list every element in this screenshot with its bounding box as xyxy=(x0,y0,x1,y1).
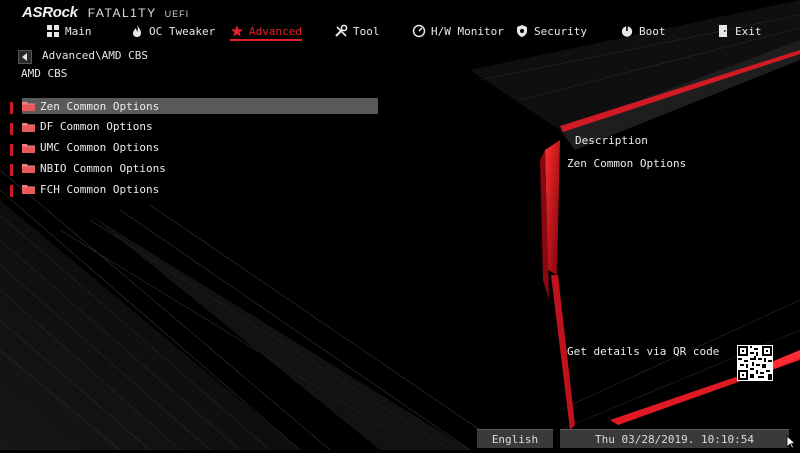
power-icon xyxy=(621,25,633,37)
breadcrumb: Advanced\AMD CBS xyxy=(42,49,148,62)
exit-door-icon xyxy=(719,25,727,37)
tab-advanced[interactable]: Advanced xyxy=(230,20,302,42)
mouse-cursor-icon xyxy=(786,434,797,453)
back-arrow-icon xyxy=(22,53,27,61)
flame-icon xyxy=(133,25,141,37)
language-button[interactable]: English xyxy=(477,429,553,448)
folder-icon xyxy=(22,102,35,111)
menu-item-df-common-options[interactable]: DF Common Options xyxy=(8,118,378,139)
qr-code-icon xyxy=(738,346,772,380)
tab-main[interactable]: Main xyxy=(46,20,92,42)
tab-oc-tweaker-label: OC Tweaker xyxy=(149,24,216,38)
menu-item-fch-common-options[interactable]: FCH Common Options xyxy=(8,180,378,201)
brand-line: FATAL1TY xyxy=(87,6,157,20)
brand-logo: ASRock FATAL1TY UEFI xyxy=(22,4,190,21)
tab-security[interactable]: Security xyxy=(515,20,587,42)
options-list: Zen Common Options DF Common Options UMC… xyxy=(8,97,378,201)
brand-suffix: UEFI xyxy=(164,9,190,19)
menu-item-umc-common-options[interactable]: UMC Common Options xyxy=(8,139,378,160)
menu-item-nbio-common-options[interactable]: NBIO Common Options xyxy=(8,159,378,180)
tab-hw-monitor-label: H/W Monitor xyxy=(431,24,504,38)
tab-hw-monitor[interactable]: H/W Monitor xyxy=(412,20,504,42)
qr-caption: Get details via QR code xyxy=(567,345,720,358)
tab-exit[interactable]: Exit xyxy=(716,20,762,42)
tab-oc-tweaker[interactable]: OC Tweaker xyxy=(130,20,215,42)
active-tab-underline xyxy=(230,39,302,41)
tab-exit-label: Exit xyxy=(735,24,762,38)
page-title: AMD CBS xyxy=(21,67,68,80)
item-marker xyxy=(10,102,13,114)
folder-icon xyxy=(22,122,35,132)
background-art xyxy=(0,0,800,450)
qr-code xyxy=(737,345,773,381)
star-icon xyxy=(231,25,243,37)
tab-tool-label: Tool xyxy=(353,24,380,38)
menu-item-zen-common-options[interactable]: Zen Common Options xyxy=(8,97,378,118)
tools-icon xyxy=(335,24,348,37)
tab-advanced-label: Advanced xyxy=(249,24,302,38)
gauge-icon xyxy=(412,24,426,38)
item-marker xyxy=(10,164,13,177)
back-button[interactable] xyxy=(18,50,32,64)
grid-icon xyxy=(47,25,59,37)
folder-icon xyxy=(22,185,35,195)
top-navigation: Main OC Tweaker Advanced Tool H/W Monito… xyxy=(0,20,800,42)
item-marker xyxy=(10,122,13,135)
tab-security-label: Security xyxy=(534,24,587,38)
menu-item-label: FCH Common Options xyxy=(40,182,160,196)
menu-item-label: DF Common Options xyxy=(40,120,153,134)
menu-item-label: UMC Common Options xyxy=(40,141,160,155)
folder-icon xyxy=(22,143,35,153)
menu-item-label: NBIO Common Options xyxy=(40,161,166,175)
folder-icon xyxy=(22,164,35,174)
item-marker xyxy=(10,185,13,198)
datetime-display: Thu 03/28/2019. 10:10:54 xyxy=(560,429,789,448)
brand-maker: ASRock xyxy=(22,4,78,21)
tab-main-label: Main xyxy=(65,24,92,38)
tab-boot-label: Boot xyxy=(639,24,666,38)
tab-tool[interactable]: Tool xyxy=(334,20,380,42)
tab-boot[interactable]: Boot xyxy=(620,20,666,42)
description-title: Description xyxy=(575,134,648,147)
shield-icon xyxy=(517,25,527,37)
menu-item-label: Zen Common Options xyxy=(40,99,160,113)
item-marker xyxy=(10,143,13,156)
description-body: Zen Common Options xyxy=(567,157,687,170)
